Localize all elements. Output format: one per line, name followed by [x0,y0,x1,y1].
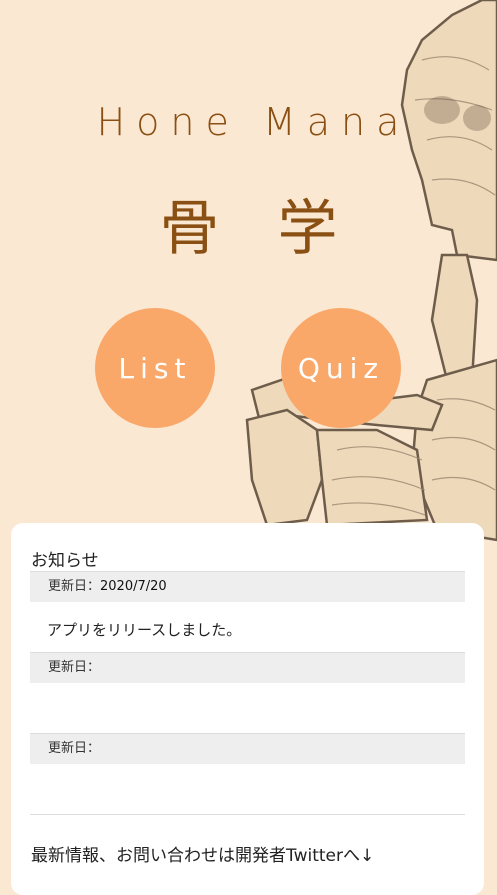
update-date-label: 更新日： [48,741,101,756]
quiz-button[interactable]: Quiz [281,308,401,428]
update-date-label: 更新日： [48,660,101,675]
list-button[interactable]: List [95,308,215,428]
news-item-header: 更新日： [30,652,465,683]
news-heading: お知らせ [31,551,99,571]
app-title-english: Hone Mana [96,100,411,144]
news-item-header: 更新日： [30,733,465,764]
news-item-header: 更新日：2020/7/20 [30,571,465,602]
news-panel: お知らせ 更新日：2020/7/20 アプリをリリースしました。 更新日： 更新… [11,523,484,895]
app-title-japanese: 骨学 [159,194,396,264]
update-date-value: 2020/7/20 [100,579,167,594]
news-item-body: アプリをリリースしました。 [47,621,242,639]
news-divider [30,814,465,815]
twitter-contact-link[interactable]: 最新情報、お問い合わせは開発者Twitterへ↓ [31,841,374,866]
update-date-label: 更新日： [48,579,101,594]
